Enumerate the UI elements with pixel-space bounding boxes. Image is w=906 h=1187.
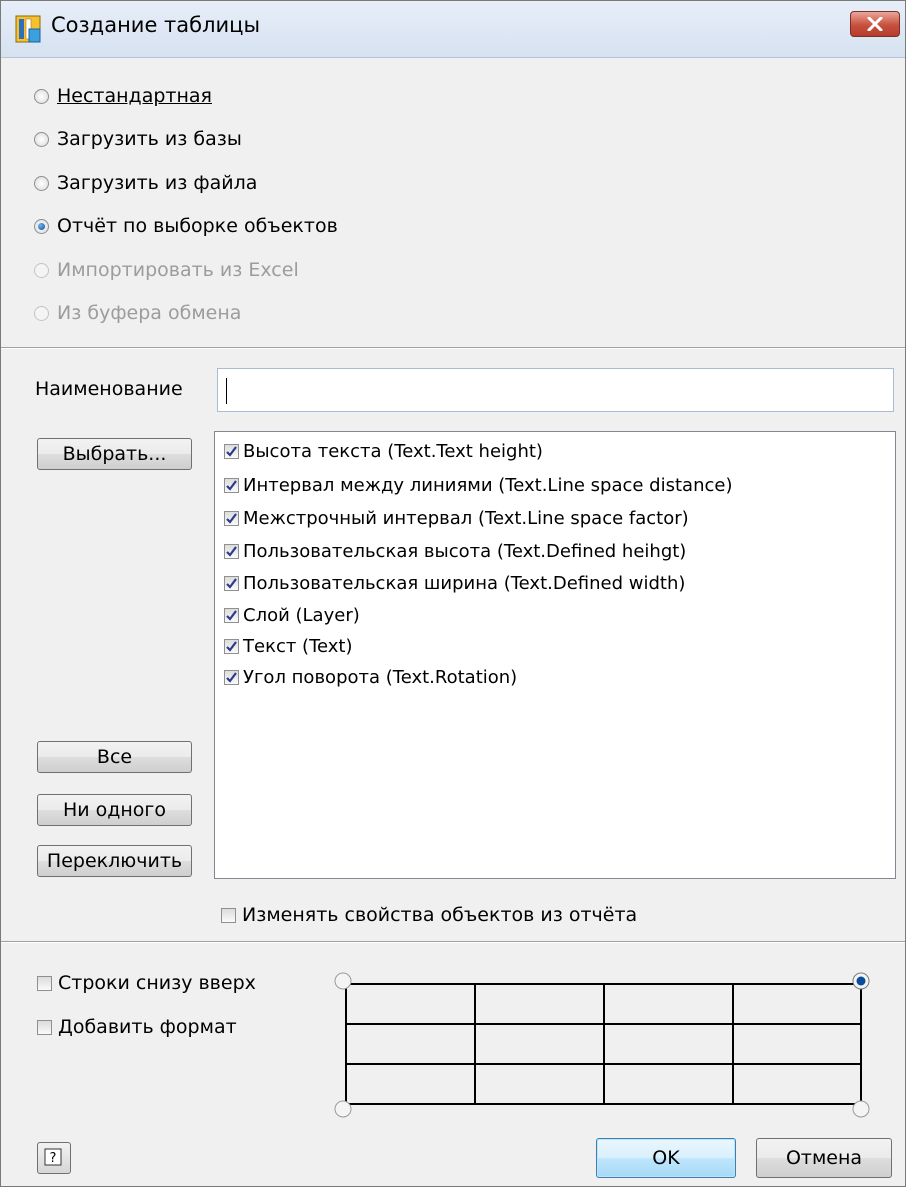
checkbox-checked[interactable] xyxy=(224,638,239,654)
checkmark-icon xyxy=(226,609,237,621)
checkmark-icon xyxy=(226,445,237,457)
list-item-label: Интервал между линиями (Text.Line space … xyxy=(243,474,733,496)
radio-label: Отчёт по выборке объектов xyxy=(57,215,338,237)
separator xyxy=(1,941,905,943)
help-icon: ? xyxy=(44,1148,62,1166)
close-button[interactable] xyxy=(850,11,900,37)
list-item[interactable]: Межстрочный интервал (Text.Line space fa… xyxy=(224,503,689,533)
radio-label: Нестандартная xyxy=(57,85,212,107)
name-input[interactable] xyxy=(217,368,894,412)
list-item[interactable]: Текст (Text) xyxy=(224,631,353,661)
checkbox[interactable] xyxy=(221,907,236,923)
checkbox-checked[interactable] xyxy=(224,477,239,493)
radio-button[interactable] xyxy=(34,131,49,147)
list-item[interactable]: Угол поворота (Text.Rotation) xyxy=(224,662,517,692)
table-origin-preview xyxy=(334,972,870,1118)
checkmark-icon xyxy=(226,479,237,491)
name-label: Наименование xyxy=(35,378,183,400)
checkbox-label: Добавить формат xyxy=(58,1016,237,1038)
radio-object-selection-report[interactable]: Отчёт по выборке объектов xyxy=(34,212,338,240)
checkmark-icon xyxy=(226,512,237,524)
radio-import-from-excel: Импортировать из Excel xyxy=(34,256,299,284)
ok-button[interactable]: OK xyxy=(596,1138,736,1178)
toggle-selection-button[interactable]: Переключить xyxy=(37,845,192,877)
checkbox-label: Изменять свойства объектов из отчёта xyxy=(242,904,638,926)
create-table-dialog: Создание таблицы Нестандартная Загрузить… xyxy=(0,0,906,1187)
checkbox-checked[interactable] xyxy=(224,510,239,526)
checkmark-icon xyxy=(226,545,237,557)
corner-radio-bottom-left[interactable] xyxy=(334,1100,352,1118)
checkbox-checked[interactable] xyxy=(224,607,239,623)
checkbox-checked[interactable] xyxy=(224,543,239,559)
close-icon xyxy=(867,17,883,31)
list-item[interactable]: Высота текста (Text.Text height) xyxy=(224,436,543,466)
svg-text:?: ? xyxy=(50,1151,57,1166)
rows-bottom-up-checkbox[interactable]: Строки снизу вверх xyxy=(37,969,256,997)
select-all-button[interactable]: Все xyxy=(37,741,192,773)
cancel-button[interactable]: Отмена xyxy=(756,1138,892,1178)
add-format-checkbox[interactable]: Добавить формат xyxy=(37,1013,237,1041)
list-item[interactable]: Пользовательская высота (Text.Defined he… xyxy=(224,536,686,566)
checkbox-checked[interactable] xyxy=(224,575,239,591)
property-list[interactable]: Высота текста (Text.Text height) Интерва… xyxy=(214,431,896,879)
table-app-icon xyxy=(15,15,41,43)
list-item-label: Угол поворота (Text.Rotation) xyxy=(243,666,518,688)
radio-label: Загрузить из базы xyxy=(57,128,242,150)
list-item[interactable]: Пользовательская ширина (Text.Defined wi… xyxy=(224,568,685,598)
radio-from-clipboard: Из буфера обмена xyxy=(34,299,241,327)
radio-button[interactable] xyxy=(34,175,49,191)
list-item[interactable]: Интервал между линиями (Text.Line space … xyxy=(224,470,732,500)
list-item-label: Слой (Layer) xyxy=(243,604,360,626)
select-button[interactable]: Выбрать... xyxy=(37,438,192,470)
list-item-label: Высота текста (Text.Text height) xyxy=(243,440,543,462)
list-item[interactable]: Слой (Layer) xyxy=(224,600,360,630)
corner-radio-bottom-right[interactable] xyxy=(852,1100,870,1118)
corner-radio-top-right-selected[interactable] xyxy=(852,972,870,990)
checkmark-icon xyxy=(226,671,237,683)
select-none-button[interactable]: Ни одного xyxy=(37,794,192,826)
window-title: Создание таблицы xyxy=(51,13,261,37)
radio-button xyxy=(34,262,49,278)
help-button[interactable]: ? xyxy=(37,1142,71,1174)
separator xyxy=(1,347,905,349)
radio-button xyxy=(34,305,49,321)
text-caret xyxy=(226,378,227,404)
checkbox[interactable] xyxy=(37,975,52,991)
checkmark-icon xyxy=(226,577,237,589)
radio-custom[interactable]: Нестандартная xyxy=(34,82,212,110)
list-item-label: Межстрочный интервал (Text.Line space fa… xyxy=(243,507,689,529)
radio-label: Импортировать из Excel xyxy=(57,259,299,281)
list-item-label: Пользовательская ширина (Text.Defined wi… xyxy=(243,572,686,594)
radio-load-from-file[interactable]: Загрузить из файла xyxy=(34,169,257,197)
radio-label: Из буфера обмена xyxy=(57,302,242,324)
list-item-label: Пользовательская высота (Text.Defined he… xyxy=(243,540,687,562)
checkbox-label: Строки снизу вверх xyxy=(58,972,256,994)
checkbox-checked[interactable] xyxy=(224,443,239,459)
radio-button[interactable] xyxy=(34,88,49,104)
list-item-label: Текст (Text) xyxy=(243,635,353,657)
modify-from-report-checkbox[interactable]: Изменять свойства объектов из отчёта xyxy=(221,901,637,929)
checkbox[interactable] xyxy=(37,1019,52,1035)
checkmark-icon xyxy=(226,640,237,652)
corner-radio-top-left[interactable] xyxy=(334,972,352,990)
checkbox-checked[interactable] xyxy=(224,669,239,685)
radio-label: Загрузить из файла xyxy=(57,172,258,194)
radio-button-selected[interactable] xyxy=(34,218,49,234)
title-bar[interactable]: Создание таблицы xyxy=(1,1,905,58)
radio-load-from-database[interactable]: Загрузить из базы xyxy=(34,125,242,153)
